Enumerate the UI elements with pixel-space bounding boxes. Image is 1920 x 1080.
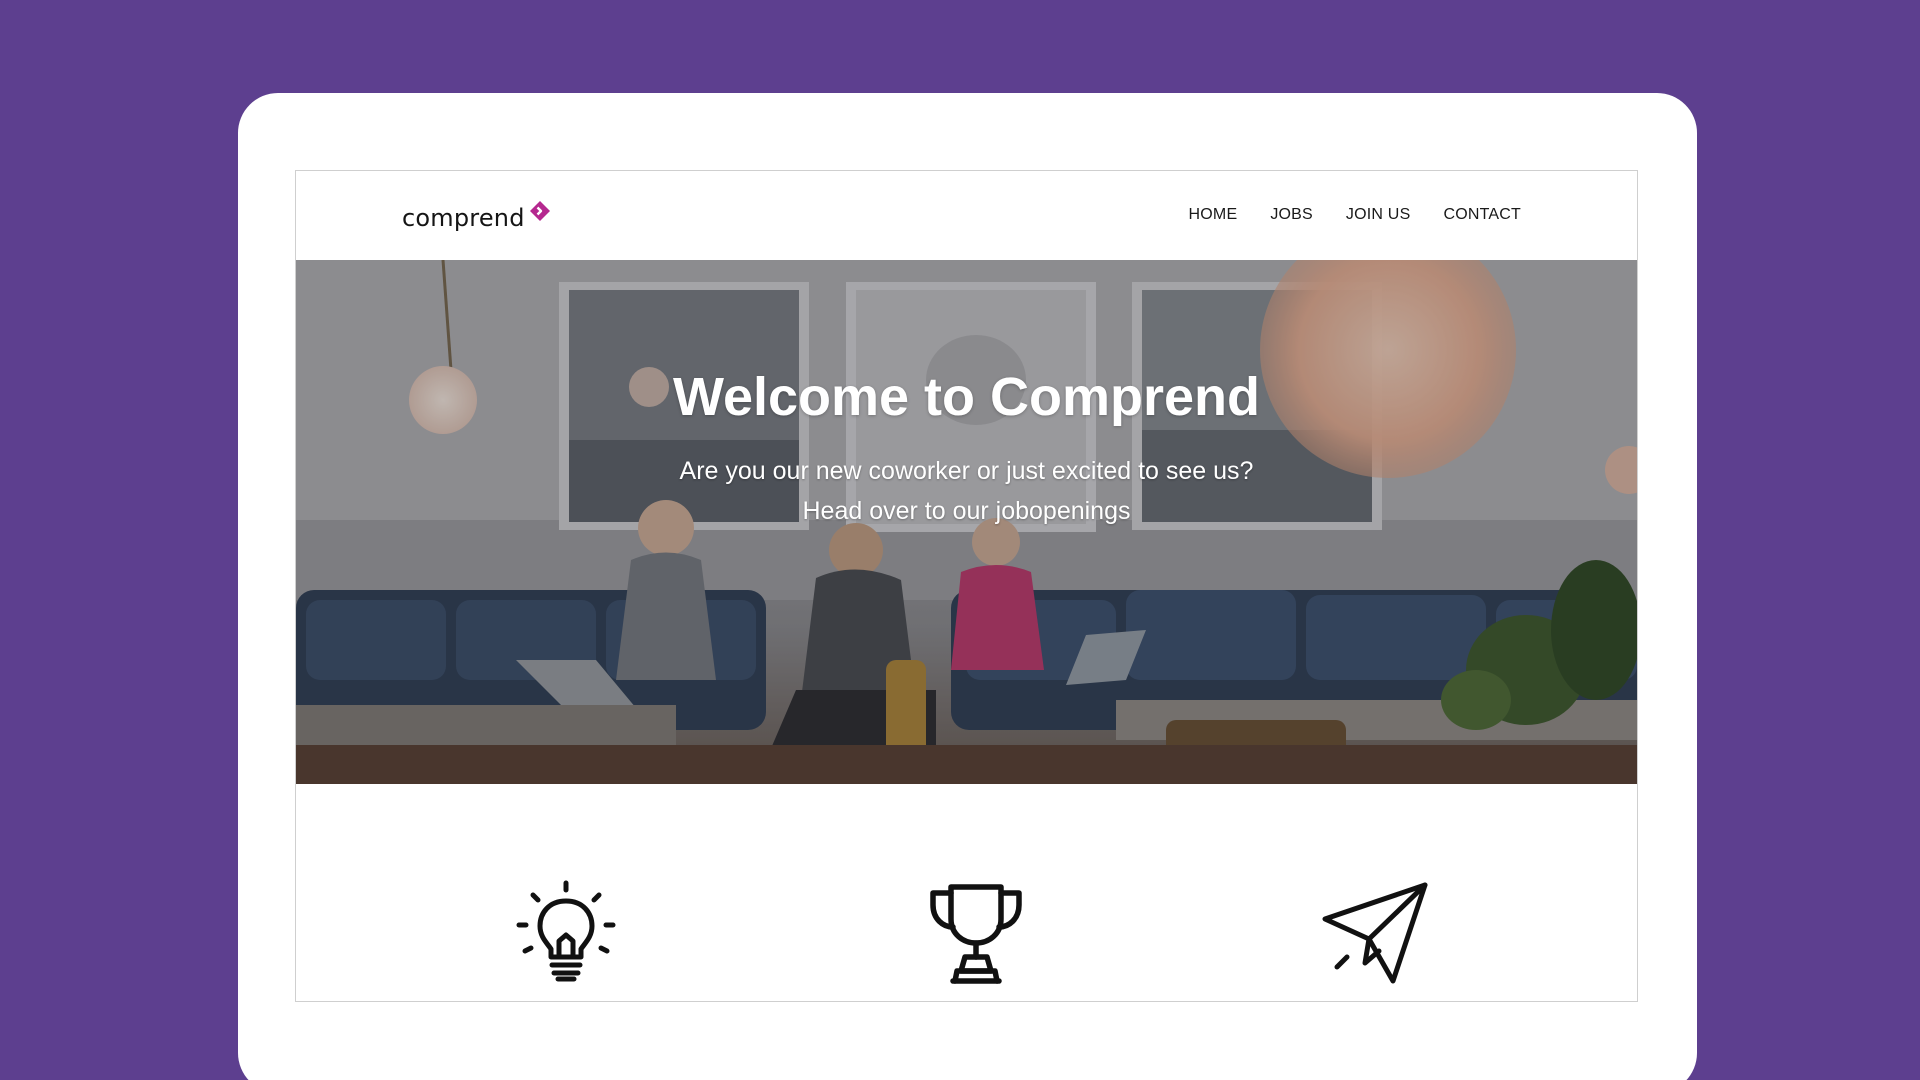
main-nav: HOME JOBS JOIN US CONTACT	[1189, 205, 1521, 225]
logo[interactable]: comprend	[402, 201, 552, 235]
logo-diamond-icon	[529, 201, 550, 221]
hero-content: Welcome to Comprend Are you our new cowo…	[296, 365, 1637, 531]
nav-home[interactable]: HOME	[1189, 205, 1238, 225]
website-preview: comprend HOME JOBS JOIN US CONTACT Welco…	[295, 170, 1638, 1002]
hero-banner: Welcome to Comprend Are you our new cowo…	[296, 260, 1637, 784]
device-frame: comprend HOME JOBS JOIN US CONTACT Welco…	[238, 93, 1697, 1080]
navbar: comprend HOME JOBS JOIN US CONTACT	[296, 171, 1637, 260]
nav-join-us[interactable]: JOIN US	[1346, 205, 1411, 225]
trophy-icon	[930, 884, 1022, 984]
lightbulb-icon	[516, 880, 616, 982]
nav-jobs[interactable]: JOBS	[1270, 205, 1313, 225]
logo-text: comprend	[402, 204, 525, 232]
nav-contact[interactable]: CONTACT	[1443, 205, 1521, 225]
paper-plane-icon	[1322, 882, 1428, 984]
hero-subtitle-line-1: Are you our new coworker or just excited…	[679, 457, 1254, 485]
hero-subtitle-line-2: Head over to our jobopenings	[802, 497, 1131, 525]
hero-title: Welcome to Comprend	[672, 367, 1261, 427]
features-section	[296, 784, 1637, 1001]
